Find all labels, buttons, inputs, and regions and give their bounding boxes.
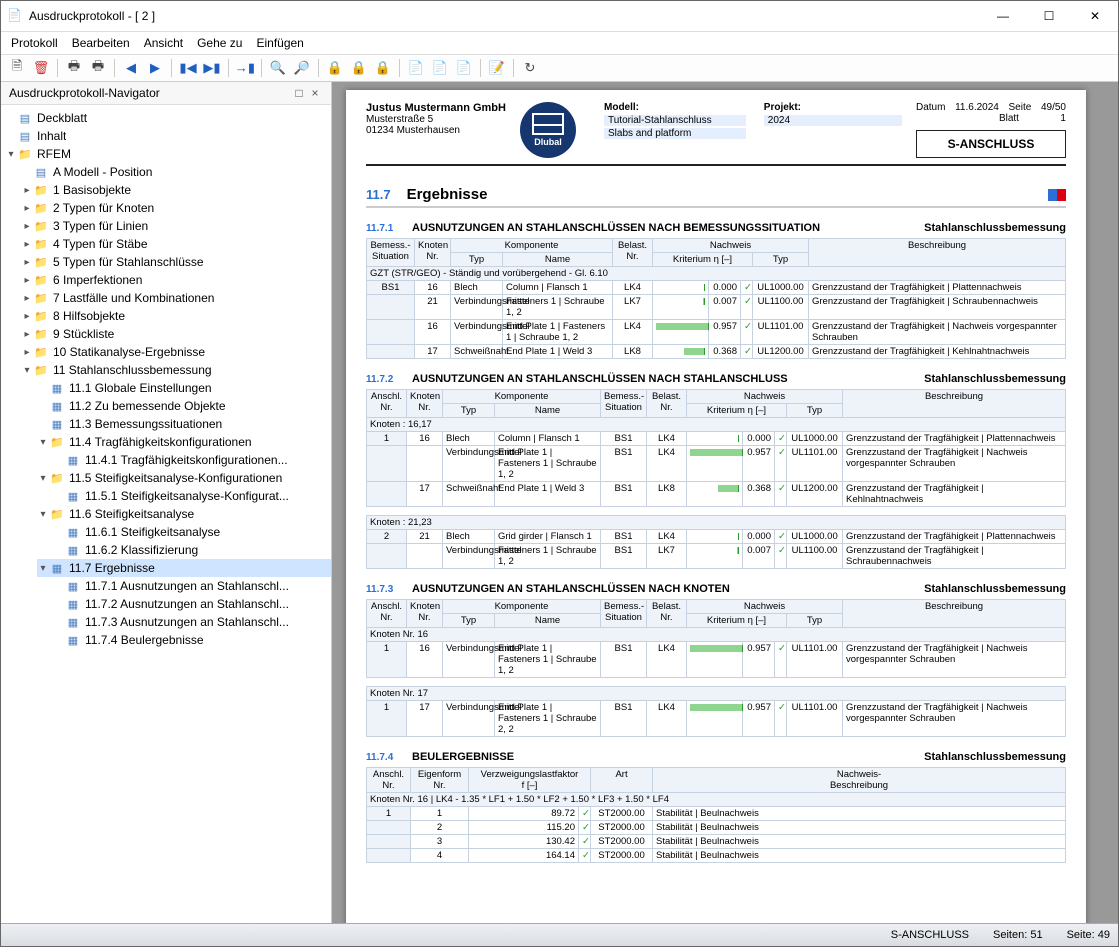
- tree-item[interactable]: ▾📁11 Stahlanschlussbemessung: [21, 361, 331, 379]
- export-pdf-icon[interactable]: 📄: [406, 58, 426, 78]
- project-name: 2024: [764, 115, 902, 126]
- status-module: S-ANSCHLUSS: [891, 929, 969, 941]
- tree-item[interactable]: ▸📁4 Typen für Stäbe: [21, 235, 331, 253]
- tree-item[interactable]: ▤A Modell - Position: [21, 163, 331, 181]
- section-title: Ergebnisse: [407, 186, 488, 203]
- tree-inhalt[interactable]: ▤Inhalt: [5, 127, 331, 145]
- tree-item[interactable]: ▾📁11.4 Tragfähigkeitskonfigurationen: [37, 433, 331, 451]
- lock1-icon[interactable]: 🔒: [325, 58, 345, 78]
- menu-bearbeiten[interactable]: Bearbeiten: [72, 36, 130, 50]
- print-icon[interactable]: 🖶: [64, 58, 84, 78]
- tree-item[interactable]: ▦11.2 Zu bemessende Objekte: [37, 397, 331, 415]
- navigator-panel: Ausdruckprotokoll-Navigator □ × ▤Deckbla…: [1, 82, 332, 923]
- zoom-out-icon[interactable]: 🔎: [292, 58, 312, 78]
- section-marker-icon: [1048, 189, 1066, 201]
- table-11-7-2: Anschl.Nr.KnotenNr.KomponenteBemess.-Sit…: [366, 389, 1066, 569]
- header-sheet: 1: [1060, 113, 1066, 124]
- header-date: 11.6.2024: [955, 102, 999, 113]
- lock3-icon[interactable]: 🔒: [373, 58, 393, 78]
- first-icon[interactable]: ▮◀: [178, 58, 198, 78]
- tree-item[interactable]: ▾📁11.5 Steifigkeitsanalyse-Konfiguration…: [37, 469, 331, 487]
- next-icon[interactable]: ▶: [145, 58, 165, 78]
- window-title: Ausdruckprotokoll - [ 2 ]: [29, 9, 980, 23]
- app-icon: 📄: [7, 8, 23, 24]
- tree-deckblatt[interactable]: ▤Deckblatt: [5, 109, 331, 127]
- header-box: S-ANSCHLUSS: [916, 130, 1066, 158]
- tree-item[interactable]: ▦11.3 Bemessungssituationen: [37, 415, 331, 433]
- tree-item[interactable]: ▸📁10 Statikanalyse-Ergebnisse: [21, 343, 331, 361]
- lock2-icon[interactable]: 🔒: [349, 58, 369, 78]
- status-pages: Seiten: 51: [993, 929, 1043, 941]
- preview-pane[interactable]: Justus Mustermann GmbH Musterstraße 5 01…: [332, 82, 1118, 923]
- tree-item[interactable]: ▦11.5.1 Steifigkeitsanalyse-Konfigurat..…: [53, 487, 331, 505]
- navigator-tree[interactable]: ▤Deckblatt ▤Inhalt ▾📁RFEM ▤A Modell - Po…: [1, 105, 331, 923]
- tree-item[interactable]: ▦11.6.2 Klassifizierung: [53, 541, 331, 559]
- tree-item[interactable]: ▸📁3 Typen für Linien: [21, 217, 331, 235]
- tree-item[interactable]: ▾▦11.7 Ergebnisse: [37, 559, 331, 577]
- toolbar: 🗎 🗑 🖶 🖶 ◀ ▶ ▮◀ ▶▮ →▮ 🔍 🔎 🔒 🔒 🔒 📄 📄 📄 📝 ↻: [1, 55, 1118, 82]
- menu-einfuegen[interactable]: Einfügen: [256, 36, 303, 50]
- statusbar: S-ANSCHLUSS Seiten: 51 Seite: 49: [1, 923, 1118, 946]
- tree-item[interactable]: ▸📁5 Typen für Stahlanschlüsse: [21, 253, 331, 271]
- last-icon[interactable]: ▶▮: [202, 58, 222, 78]
- print-settings-icon[interactable]: 🖶: [88, 58, 108, 78]
- tree-item[interactable]: ▦11.7.2 Ausnutzungen an Stahlanschl...: [53, 595, 331, 613]
- menu-ansicht[interactable]: Ansicht: [144, 36, 183, 50]
- export-other-icon[interactable]: 📄: [454, 58, 474, 78]
- tree-item[interactable]: ▦11.7.1 Ausnutzungen an Stahlanschl...: [53, 577, 331, 595]
- close-button[interactable]: ✕: [1072, 1, 1118, 31]
- menu-gehezu[interactable]: Gehe zu: [197, 36, 242, 50]
- tree-item[interactable]: ▸📁6 Imperfektionen: [21, 271, 331, 289]
- menu-protokoll[interactable]: Protokoll: [11, 36, 58, 50]
- navigator-close-icon[interactable]: ×: [307, 86, 323, 100]
- titlebar: 📄 Ausdruckprotokoll - [ 2 ] — ☐ ✕: [1, 1, 1118, 32]
- company-name: Justus Mustermann GmbH: [366, 102, 506, 114]
- company-city: 01234 Musterhausen: [366, 125, 506, 136]
- tree-item[interactable]: ▸📁7 Lastfälle und Kombinationen: [21, 289, 331, 307]
- tree-item[interactable]: ▦11.7.4 Beulergebnisse: [53, 631, 331, 649]
- export-rtf-icon[interactable]: 📄: [430, 58, 450, 78]
- tree-item[interactable]: ▦11.1 Globale Einstellungen: [37, 379, 331, 397]
- table-11-7-1: Bemess.-SituationKnotenNr.KomponenteBela…: [366, 238, 1066, 359]
- maximize-button[interactable]: ☐: [1026, 1, 1072, 31]
- navigator-title: Ausdruckprotokoll-Navigator: [9, 86, 291, 100]
- table-11-7-3: Anschl.Nr.KnotenNr.KomponenteBemess.-Sit…: [366, 599, 1066, 737]
- new-icon[interactable]: 🗎: [7, 58, 27, 78]
- goto-icon[interactable]: →▮: [235, 58, 255, 78]
- tree-item[interactable]: ▦11.4.1 Tragfähigkeitskonfigurationen...: [53, 451, 331, 469]
- tree-item[interactable]: ▦11.7.3 Ausnutzungen an Stahlanschl...: [53, 613, 331, 631]
- report-page: Justus Mustermann GmbH Musterstraße 5 01…: [346, 90, 1086, 923]
- dlubal-logo: Dlubal: [520, 102, 576, 158]
- model-sub: Slabs and platform: [604, 128, 746, 139]
- tree-item[interactable]: ▸📁1 Basisobjekte: [21, 181, 331, 199]
- language-icon[interactable]: 📝: [487, 58, 507, 78]
- tree-item[interactable]: ▸📁9 Stückliste: [21, 325, 331, 343]
- delete-icon[interactable]: 🗑: [31, 58, 51, 78]
- refresh-icon[interactable]: ↻: [520, 58, 540, 78]
- model-name: Tutorial-Stahlanschluss: [604, 115, 746, 126]
- menubar: Protokoll Bearbeiten Ansicht Gehe zu Ein…: [1, 32, 1118, 55]
- app-window: 📄 Ausdruckprotokoll - [ 2 ] — ☐ ✕ Protok…: [0, 0, 1119, 947]
- company-street: Musterstraße 5: [366, 114, 506, 125]
- prev-icon[interactable]: ◀: [121, 58, 141, 78]
- tree-item[interactable]: ▾📁11.6 Steifigkeitsanalyse: [37, 505, 331, 523]
- zoom-in-icon[interactable]: 🔍: [268, 58, 288, 78]
- tree-rfem[interactable]: ▾📁RFEM: [5, 145, 331, 163]
- navigator-pin-icon[interactable]: □: [291, 86, 307, 100]
- tree-item[interactable]: ▸📁2 Typen für Knoten: [21, 199, 331, 217]
- minimize-button[interactable]: —: [980, 1, 1026, 31]
- status-page: Seite: 49: [1067, 929, 1110, 941]
- header-page: 49/50: [1041, 102, 1066, 113]
- table-11-7-4: Anschl.Nr.EigenformNr.Verzweigungslastfa…: [366, 767, 1066, 863]
- tree-item[interactable]: ▦11.6.1 Steifigkeitsanalyse: [53, 523, 331, 541]
- tree-item[interactable]: ▸📁8 Hilfsobjekte: [21, 307, 331, 325]
